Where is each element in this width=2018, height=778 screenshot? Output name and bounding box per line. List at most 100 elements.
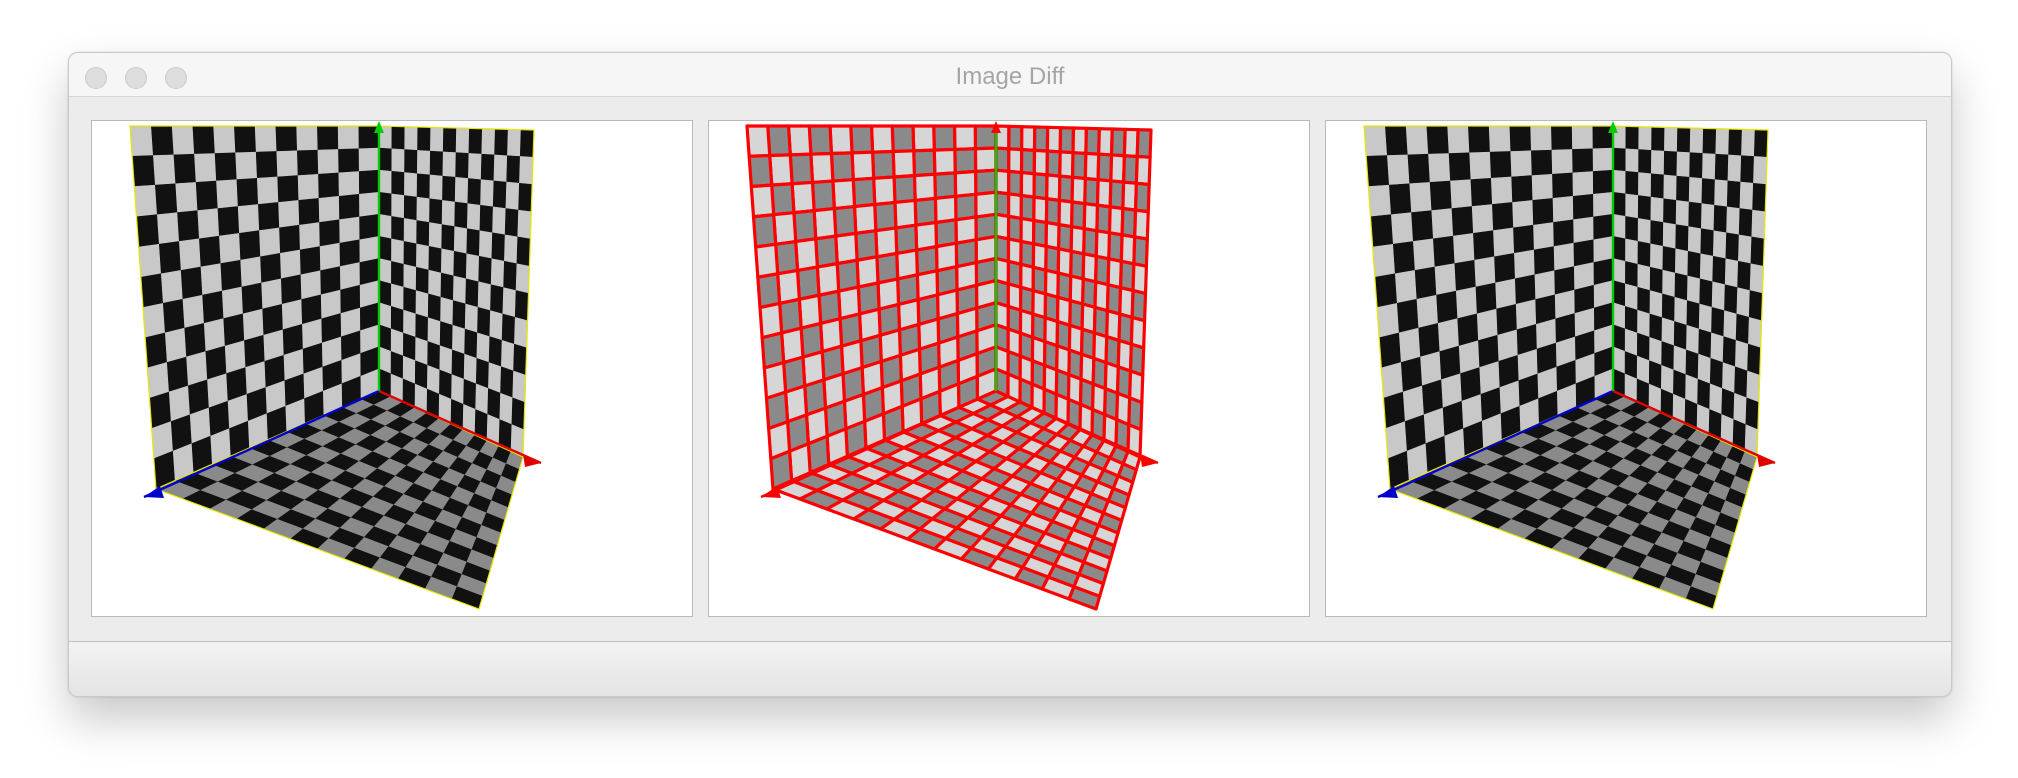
left-wall-tile: [337, 171, 360, 197]
title-bar[interactable]: Image Diff: [69, 53, 1951, 97]
right-wall-tile: [1662, 269, 1676, 298]
right-wall-tile: [416, 150, 431, 176]
right-wall-tile: [513, 343, 527, 376]
right-wall-tile: [519, 129, 535, 158]
left-wall-tile: [259, 253, 281, 284]
right-wall-tile: [440, 272, 455, 302]
right-wall-tile: [403, 263, 417, 292]
left-wall-tile: [1467, 125, 1490, 154]
right-wall-tile: [1637, 241, 1651, 268]
right-wall-tile: [378, 302, 392, 330]
right-wall-tile: [465, 253, 480, 283]
right-wall-tile: [1020, 125, 1037, 152]
left-wall-tile: [131, 155, 156, 187]
right-wall-tile: [994, 146, 1011, 173]
left-wall-tile: [834, 231, 859, 266]
right-wall-tile: [1612, 236, 1626, 262]
right-wall-tile: [464, 328, 478, 359]
left-wall-tile: [191, 125, 215, 155]
left-wall-tile: [788, 152, 815, 186]
right-wall-tile: [1637, 195, 1652, 221]
right-wall-tile: [1624, 306, 1638, 334]
left-wall-tile: [1398, 327, 1421, 363]
right-wall-tile: [1676, 151, 1691, 178]
right-wall-tile: [1651, 126, 1665, 152]
right-wall-tile: [378, 191, 392, 217]
right-wall-tile: [1674, 272, 1689, 302]
right-wall-tile: [391, 283, 405, 311]
status-bar: [69, 642, 1951, 696]
left-wall-tile: [1550, 125, 1573, 151]
right-wall-tile: [1637, 309, 1651, 338]
right-wall-tile: [1721, 388, 1735, 421]
right-wall-tile: [452, 324, 466, 355]
right-wall-tile: [1663, 198, 1677, 225]
left-wall-tile: [912, 148, 937, 178]
right-wall-tile: [1007, 192, 1023, 221]
left-wall-tile: [235, 178, 259, 207]
left-wall-tile: [1378, 332, 1401, 369]
left-wall-tile: [1468, 151, 1491, 181]
right-wall-tile: [1135, 128, 1153, 159]
left-wall-tile: [912, 172, 937, 203]
left-wall-tile: [933, 194, 958, 225]
right-wall-tile: [502, 287, 517, 318]
left-wall-tile: [749, 183, 776, 219]
left-wall-tile: [318, 219, 340, 247]
right-wall-tile: [403, 286, 417, 315]
left-wall-tile: [278, 224, 300, 254]
right-wall-tile: [468, 153, 483, 181]
right-wall-tile: [1044, 220, 1061, 251]
left-wall-tile: [1394, 270, 1417, 304]
right-wall-tile: [1044, 197, 1062, 227]
right-wall-tile: [503, 260, 518, 291]
left-wall-tile: [217, 206, 240, 237]
left-wall-tile: [1374, 273, 1397, 308]
right-wall-tile: [476, 332, 491, 364]
right-wall-tile: [1663, 174, 1678, 201]
left-wall-tile: [1405, 125, 1429, 156]
left-wall-tile: [1453, 259, 1476, 292]
left-wall-tile: [1494, 278, 1516, 310]
right-wall-tile: [481, 128, 496, 156]
left-wall-tile: [150, 125, 174, 156]
right-wall-tile: [506, 155, 521, 184]
left-wall-tile: [933, 171, 958, 200]
right-wall-tile: [429, 150, 444, 177]
left-wall-tile: [276, 175, 299, 203]
left-wall-tile: [296, 149, 319, 176]
right-wall-tile: [1750, 236, 1765, 267]
left-wall-tile: [1571, 125, 1593, 150]
left-wall-tile: [338, 216, 360, 244]
left-wall-tile: [172, 153, 196, 185]
left-wall-tile: [953, 169, 978, 198]
right-wall-tile: [1045, 125, 1063, 154]
left-wall-tile: [1427, 153, 1451, 183]
left-wall-tile: [358, 169, 380, 195]
left-wall-tile: [1473, 256, 1496, 288]
right-wall-tile: [1698, 328, 1712, 359]
left-wall-tile: [851, 176, 877, 209]
right-wall-tile: [1712, 255, 1727, 286]
right-wall-tile: [1032, 195, 1049, 225]
right-wall-tile: [1689, 127, 1704, 154]
left-wall-tile: [829, 151, 855, 183]
right-wall-tile: [1625, 193, 1639, 219]
right-wall-tile: [1688, 177, 1703, 204]
right-wall-tile: [1724, 258, 1739, 289]
right-wall-tile: [378, 236, 392, 262]
right-wall-tile: [1045, 149, 1062, 178]
left-wall-tile: [1530, 149, 1553, 176]
left-wall-tile: [747, 153, 774, 189]
right-wall-tile: [1649, 266, 1664, 295]
right-wall-tile: [1650, 220, 1664, 247]
right-wall-tile: [1007, 147, 1024, 175]
right-wall-tile: [478, 230, 493, 260]
left-wall-tile: [1534, 270, 1555, 301]
right-wall-tile: [453, 250, 468, 280]
right-wall-tile: [404, 149, 418, 175]
left-wall-tile: [756, 272, 782, 310]
left-wall-tile: [299, 246, 321, 276]
left-wall-tile: [178, 238, 201, 271]
right-wall-tile: [427, 293, 442, 322]
